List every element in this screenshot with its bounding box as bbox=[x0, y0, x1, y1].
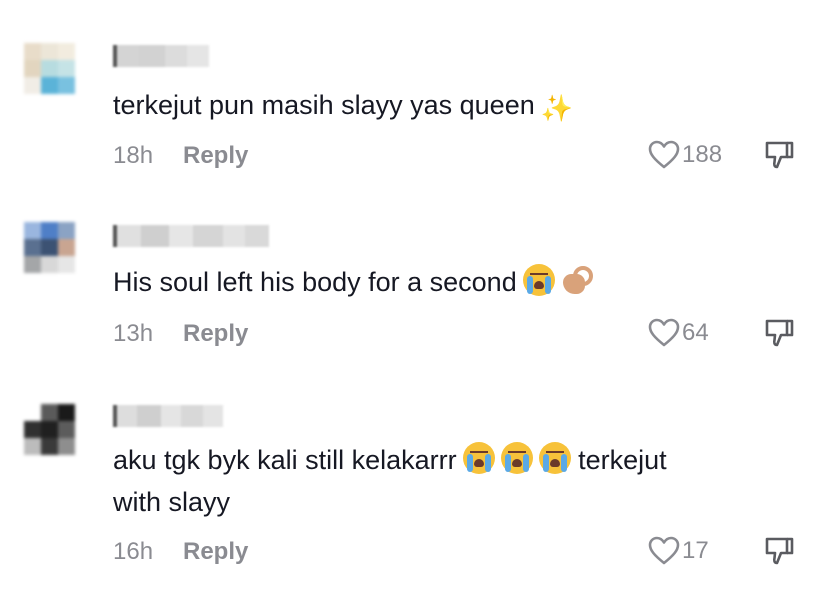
loudly-crying-emoji bbox=[500, 442, 533, 474]
like-button[interactable]: 64 bbox=[648, 318, 709, 348]
username-blurred[interactable] bbox=[113, 225, 269, 247]
like-count: 17 bbox=[682, 537, 709, 564]
avatar[interactable] bbox=[24, 404, 92, 472]
pinching-hand-emoji bbox=[561, 264, 593, 296]
avatar[interactable] bbox=[24, 43, 92, 111]
comment-text: aku tgk byk kali still kelakarrr terkeju… bbox=[113, 442, 667, 478]
comment-text: His soul left his body for a second bbox=[113, 264, 593, 300]
comment-meta: 16h Reply bbox=[113, 537, 248, 567]
thumbs-down-outline-icon[interactable] bbox=[762, 536, 796, 566]
comment-timestamp: 18h bbox=[113, 142, 154, 169]
like-count: 64 bbox=[682, 319, 709, 346]
loudly-crying-emoji bbox=[538, 442, 571, 474]
sparkles-emoji: ✨ bbox=[540, 94, 574, 124]
reply-button[interactable]: Reply bbox=[183, 141, 248, 171]
like-button[interactable]: 17 bbox=[648, 536, 709, 566]
comment-text: terkejut pun masih slayy yas queen ✨ bbox=[113, 90, 574, 124]
comment-meta: 13h Reply bbox=[113, 319, 248, 349]
avatar[interactable] bbox=[24, 222, 92, 290]
reply-button[interactable]: Reply bbox=[183, 319, 248, 349]
comment-timestamp: 13h bbox=[113, 320, 154, 347]
reply-button[interactable]: Reply bbox=[183, 537, 248, 567]
loudly-crying-emoji bbox=[462, 442, 495, 474]
comment-meta: 18h Reply bbox=[113, 141, 248, 171]
heart-outline-icon bbox=[648, 536, 680, 565]
like-count: 188 bbox=[682, 141, 723, 168]
username-blurred[interactable] bbox=[113, 45, 209, 67]
thumbs-down-outline-icon[interactable] bbox=[762, 140, 796, 170]
thumbs-down-outline-icon[interactable] bbox=[762, 318, 796, 348]
comment-text-continued: with slayy bbox=[113, 487, 231, 517]
heart-outline-icon bbox=[648, 140, 680, 169]
username-blurred[interactable] bbox=[113, 405, 223, 427]
comment-timestamp: 16h bbox=[113, 538, 154, 565]
like-button[interactable]: 188 bbox=[648, 140, 722, 170]
loudly-crying-emoji bbox=[522, 264, 555, 296]
heart-outline-icon bbox=[648, 318, 680, 347]
